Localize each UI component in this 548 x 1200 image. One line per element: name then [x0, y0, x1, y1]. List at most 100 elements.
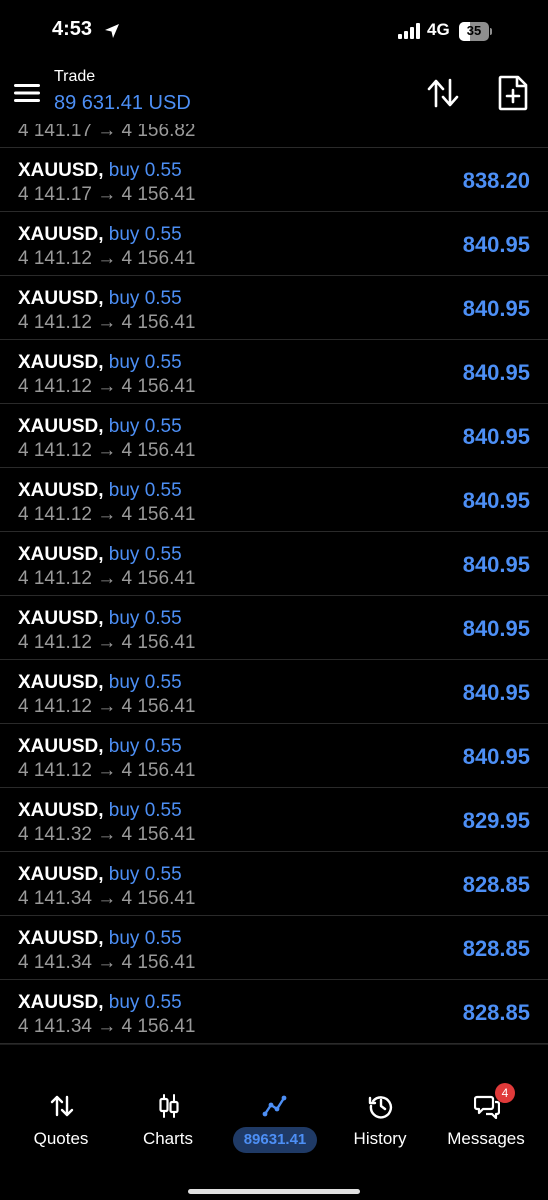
position-symbol: XAUUSD, — [18, 160, 104, 181]
position-row[interactable]: XAUUSD, buy 0.55 4 141.12 → 4 156.41 840.9… — [0, 468, 548, 532]
position-row[interactable]: XAUUSD, buy 0.55 4 141.17 → 4 156.41 838.2… — [0, 148, 548, 212]
position-prices: 4 141.12 → 4 156.41 — [18, 504, 196, 525]
position-profit: 840.95 — [462, 680, 530, 705]
position-side: buy 0.55 — [108, 992, 182, 1013]
position-profit: 840.95 — [462, 296, 530, 321]
position-title: XAUUSD, buy 0.55 — [18, 736, 182, 758]
position-prices: 4 141.17 → 4 156.41 — [18, 184, 196, 205]
position-title: XAUUSD, buy 0.55 — [18, 224, 182, 246]
position-profit: 828.85 — [462, 936, 530, 961]
position-row[interactable]: XAUUSD, buy 0.55 4 141.12 → 4 156.41 840.9… — [0, 276, 548, 340]
position-symbol: XAUUSD, — [18, 672, 104, 693]
position-profit: 840.95 — [462, 616, 530, 641]
nav-trade-balance: 89631.41 — [233, 1127, 317, 1153]
status-time: 4:53 — [52, 18, 93, 40]
position-profit: 840.95 — [462, 552, 530, 577]
position-row[interactable]: XAUUSD, buy 0.55 4 141.12 → 4 156.41 840.9… — [0, 724, 548, 788]
position-row[interactable]: XAUUSD, buy 0.55 4 141.34 → 4 156.41 828.8… — [0, 852, 548, 916]
position-row[interactable]: XAUUSD, buy 0.55 4 141.12 → 4 156.41 840.9… — [0, 596, 548, 660]
position-side: buy 0.55 — [108, 736, 182, 757]
position-prices: 4 141.12 → 4 156.41 — [18, 696, 196, 717]
position-side: buy 0.55 — [108, 224, 182, 245]
position-side: buy 0.55 — [108, 864, 182, 885]
position-row[interactable]: XAUUSD, buy 0.55 4 141.34 → 4 156.41 828.8… — [0, 980, 548, 1044]
hamburger-icon[interactable] — [14, 82, 40, 104]
position-prices: 4 141.12 → 4 156.41 — [18, 568, 196, 589]
position-prices: 4 141.12 → 4 156.41 — [18, 632, 196, 653]
position-title: XAUUSD, buy 0.55 — [18, 160, 182, 182]
position-title: XAUUSD, buy 0.55 — [18, 352, 182, 374]
position-profit: 840.95 — [462, 232, 530, 257]
position-profit: 840.95 — [462, 744, 530, 769]
position-profit: 829.95 — [462, 808, 530, 833]
position-profit: 828.85 — [462, 1000, 530, 1025]
position-symbol: XAUUSD, — [18, 736, 104, 757]
position-title: XAUUSD, buy 0.55 — [18, 800, 182, 822]
position-profit: 840.95 — [462, 360, 530, 385]
position-prices: 4 141.12 → 4 156.41 — [18, 760, 196, 781]
position-side: buy 0.55 — [108, 480, 182, 501]
position-title: XAUUSD, buy 0.55 — [18, 288, 182, 310]
position-title: XAUUSD, buy 0.55 — [18, 864, 182, 886]
position-symbol: XAUUSD, — [18, 864, 104, 885]
position-symbol: XAUUSD, — [18, 288, 104, 309]
position-title: XAUUSD, buy 0.55 — [18, 992, 182, 1014]
position-profit: 828.85 — [462, 872, 530, 897]
position-title: XAUUSD, buy 0.55 — [18, 544, 182, 566]
position-symbol: XAUUSD, — [18, 800, 104, 821]
position-prices: 4 141.34 → 4 156.41 — [18, 952, 196, 973]
position-row[interactable]: XAUUSD, buy 0.55 4 141.32 → 4 156.41 829.9… — [0, 788, 548, 852]
position-symbol: XAUUSD, — [18, 416, 104, 437]
position-side: buy 0.55 — [108, 672, 182, 693]
positions-list[interactable]: 4 141.17 → 4 156.82 XAUUSD, buy 0.55 4 14… — [0, 124, 548, 1044]
battery-level: 35 — [466, 23, 482, 38]
bottom-navigation: Quotes Charts 89631.41 History 4 Message… — [0, 1044, 548, 1200]
position-profit: 840.95 — [462, 424, 530, 449]
nav-messages-label: Messages — [447, 1129, 525, 1148]
quotes-arrows-icon — [50, 1095, 74, 1117]
position-title: XAUUSD, buy 0.55 — [18, 608, 182, 630]
position-side: buy 0.55 — [108, 288, 182, 309]
position-title: XAUUSD, buy 0.55 — [18, 672, 182, 694]
nav-history-label: History — [353, 1129, 407, 1148]
position-side: buy 0.55 — [108, 544, 182, 565]
position-row[interactable]: XAUUSD, buy 0.55 4 141.12 → 4 156.41 840.9… — [0, 660, 548, 724]
battery-icon: 35 — [459, 22, 492, 41]
position-symbol: XAUUSD, — [18, 224, 104, 245]
new-order-icon[interactable] — [496, 74, 530, 112]
nav-history[interactable]: History — [325, 1089, 435, 1153]
position-side: buy 0.55 — [108, 800, 182, 821]
position-side: buy 0.55 — [108, 416, 182, 437]
status-bar: 4:53 4G 35 — [0, 0, 548, 62]
position-row[interactable]: XAUUSD, buy 0.55 4 141.34 → 4 156.41 828.8… — [0, 916, 548, 980]
position-title: XAUUSD, buy 0.55 — [18, 416, 182, 438]
position-row[interactable]: XAUUSD, buy 0.55 4 141.12 → 4 156.41 840.9… — [0, 404, 548, 468]
position-title: XAUUSD, buy 0.55 — [18, 480, 182, 502]
position-prices: 4 141.12 → 4 156.41 — [18, 440, 196, 461]
position-prices: 4 141.12 → 4 156.41 — [18, 248, 196, 269]
sort-arrows-icon[interactable] — [426, 76, 460, 110]
candlestick-icon — [159, 1094, 179, 1118]
position-row-partial[interactable]: 4 141.17 → 4 156.82 — [0, 124, 548, 148]
position-symbol: XAUUSD, — [18, 352, 104, 373]
nav-messages[interactable]: 4 Messages — [431, 1083, 541, 1153]
position-prices: 4 141.32 → 4 156.41 — [18, 824, 196, 845]
position-symbol: XAUUSD, — [18, 992, 104, 1013]
location-arrow-icon — [105, 24, 119, 38]
position-row[interactable]: XAUUSD, buy 0.55 4 141.12 → 4 156.41 840.9… — [0, 340, 548, 404]
position-symbol: XAUUSD, — [18, 928, 104, 949]
nav-trade[interactable]: 89631.41 — [219, 1089, 329, 1153]
home-indicator[interactable] — [188, 1189, 360, 1194]
position-side: buy 0.55 — [108, 352, 182, 373]
position-row[interactable]: XAUUSD, buy 0.55 4 141.12 → 4 156.41 840.9… — [0, 532, 548, 596]
position-profit: 838.20 — [462, 168, 530, 193]
position-row[interactable]: XAUUSD, buy 0.55 4 141.12 → 4 156.41 840.9… — [0, 212, 548, 276]
nav-quotes-label: Quotes — [33, 1129, 89, 1148]
position-prices: 4 141.12 → 4 156.41 — [18, 312, 196, 333]
nav-charts[interactable]: Charts — [113, 1089, 223, 1153]
nav-quotes[interactable]: Quotes — [6, 1089, 116, 1153]
position-side: buy 0.55 — [108, 160, 182, 181]
position-profit: 840.95 — [462, 488, 530, 513]
messages-badge: 4 — [495, 1083, 515, 1103]
position-side: buy 0.55 — [108, 928, 182, 949]
